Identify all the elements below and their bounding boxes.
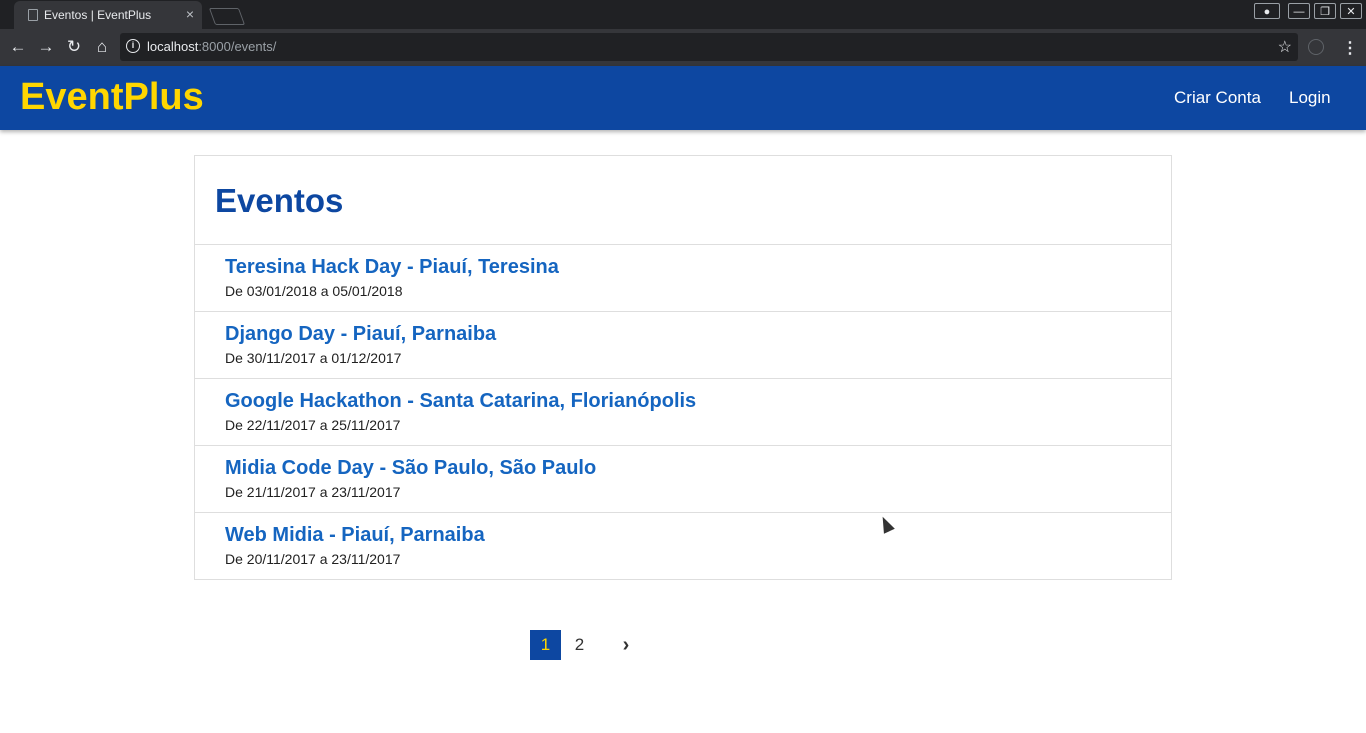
browser-tab-bar: Eventos | EventPlus × ● — ❐ ✕: [0, 0, 1366, 29]
page-2-button[interactable]: 2: [564, 630, 595, 660]
page-icon: [28, 9, 38, 21]
event-name[interactable]: Google Hackathon - Santa Catarina, Flori…: [225, 390, 696, 413]
url-text: localhost:8000/events/: [147, 39, 276, 54]
browser-toolbar: ← → ↻ ⌂ i localhost:8000/events/ ☆ ⋮: [0, 29, 1366, 66]
new-tab-button[interactable]: [208, 8, 246, 25]
brand-logo[interactable]: EventPlus: [20, 76, 204, 119]
event-dates: De 03/01/2018 a 05/01/2018: [225, 283, 403, 299]
list-item[interactable]: Google Hackathon - Santa Catarina, Flori…: [195, 378, 1171, 445]
nav-criar-conta[interactable]: Criar Conta: [1174, 88, 1261, 108]
events-card: Eventos Teresina Hack Day - Piauí, Teres…: [194, 155, 1172, 580]
event-dates: De 20/11/2017 a 23/11/2017: [225, 551, 401, 567]
nav-login[interactable]: Login: [1289, 88, 1331, 108]
browser-tab[interactable]: Eventos | EventPlus ×: [14, 1, 202, 29]
list-item[interactable]: Django Day - Piauí, Parnaiba De 30/11/20…: [195, 311, 1171, 378]
page-1-button[interactable]: 1: [530, 630, 561, 660]
events-list: Teresina Hack Day - Piauí, Teresina De 0…: [195, 244, 1171, 579]
home-icon[interactable]: ⌂: [92, 37, 112, 57]
reload-icon[interactable]: ↻: [64, 37, 84, 57]
url-host: localhost: [147, 39, 199, 54]
tab-close-icon[interactable]: ×: [186, 6, 194, 22]
event-dates: De 21/11/2017 a 23/11/2017: [225, 484, 401, 500]
event-dates: De 22/11/2017 a 25/11/2017: [225, 417, 401, 433]
event-name[interactable]: Teresina Hack Day - Piauí, Teresina: [225, 256, 559, 279]
event-name[interactable]: Web Midia - Piauí, Parnaiba: [225, 524, 485, 547]
bookmark-star-icon[interactable]: ☆: [1278, 37, 1292, 57]
event-dates: De 30/11/2017 a 01/12/2017: [225, 350, 402, 366]
restore-icon[interactable]: ❐: [1314, 3, 1336, 19]
event-name[interactable]: Django Day - Piauí, Parnaiba: [225, 323, 496, 346]
list-item[interactable]: Midia Code Day - São Paulo, São Paulo De…: [195, 445, 1171, 512]
window-close-icon[interactable]: ✕: [1340, 3, 1362, 19]
page-title: Eventos: [215, 182, 344, 219]
back-icon[interactable]: ←: [8, 37, 28, 57]
event-name[interactable]: Midia Code Day - São Paulo, São Paulo: [225, 457, 596, 480]
info-icon[interactable]: i: [126, 39, 140, 53]
address-bar[interactable]: i localhost:8000/events/ ☆: [120, 33, 1298, 61]
tab-title: Eventos | EventPlus: [44, 8, 152, 22]
forward-icon[interactable]: →: [36, 37, 56, 57]
extension-icon[interactable]: [1308, 39, 1324, 55]
browser-menu-icon[interactable]: ⋮: [1342, 38, 1358, 58]
profile-icon[interactable]: ●: [1254, 3, 1280, 19]
list-item[interactable]: Web Midia - Piauí, Parnaiba De 20/11/201…: [195, 512, 1171, 579]
minimize-icon[interactable]: —: [1288, 3, 1310, 19]
app-header: EventPlus Criar Conta Login: [0, 66, 1366, 130]
url-path: :8000/events/: [198, 39, 277, 54]
chevron-right-icon[interactable]: ›: [616, 630, 636, 660]
list-item[interactable]: Teresina Hack Day - Piauí, Teresina De 0…: [195, 244, 1171, 311]
